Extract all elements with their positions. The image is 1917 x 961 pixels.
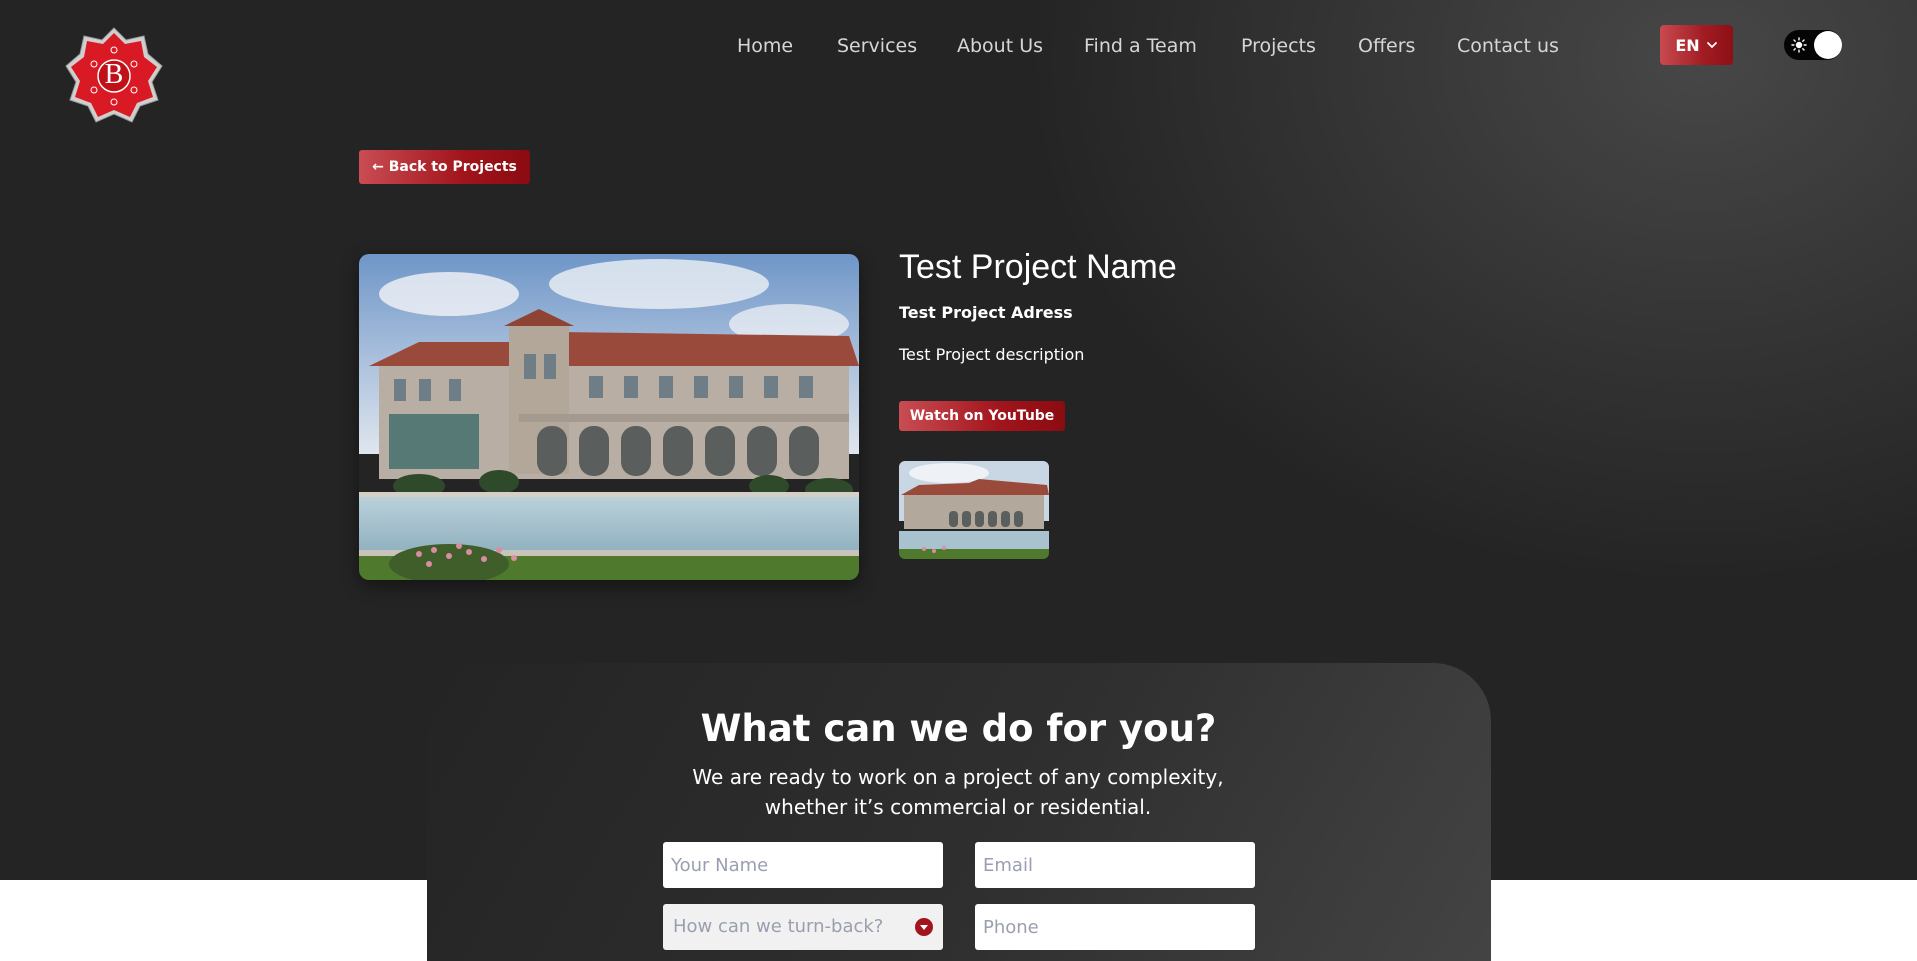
nav-item-services[interactable]: Services: [837, 34, 917, 58]
project-address: Test Project Adress: [899, 303, 1073, 322]
project-main-image[interactable]: [359, 254, 859, 580]
contact-subtitle: We are ready to work on a project of any…: [658, 762, 1258, 822]
topic-select[interactable]: How can we turn-back?: [663, 904, 943, 950]
nav-item-find-a-team[interactable]: Find a Team: [1084, 34, 1197, 58]
language-selector[interactable]: EN: [1660, 25, 1733, 65]
project-title: Test Project Name: [899, 248, 1177, 286]
logo-letter: B: [104, 59, 124, 90]
theme-toggle[interactable]: [1784, 30, 1842, 60]
topic-select-placeholder: How can we turn-back?: [673, 916, 884, 937]
phone-input[interactable]: [975, 904, 1255, 950]
nav-item-projects[interactable]: Projects: [1241, 34, 1316, 58]
email-input[interactable]: [975, 842, 1255, 888]
name-input[interactable]: [663, 842, 943, 888]
contact-title: What can we do for you?: [700, 707, 1217, 750]
nav-item-about-us[interactable]: About Us: [957, 34, 1043, 58]
back-to-projects-button[interactable]: ← Back to Projects: [359, 150, 530, 184]
contact-subtitle-line-1: We are ready to work on a project of any…: [692, 765, 1224, 789]
project-description: Test Project description: [899, 345, 1085, 364]
dropdown-caret-icon: [915, 918, 933, 936]
project-thumbnail[interactable]: [899, 461, 1049, 559]
nav-item-home[interactable]: Home: [737, 34, 793, 58]
chevron-down-icon: [1706, 42, 1717, 49]
sun-icon: [1791, 37, 1807, 53]
language-label: EN: [1675, 35, 1700, 55]
watch-on-youtube-button[interactable]: Watch on YouTube: [899, 401, 1065, 431]
contact-subtitle-line-2: whether it’s commercial or residential.: [764, 795, 1152, 819]
nav-item-offers[interactable]: Offers: [1358, 34, 1415, 58]
nav-item-contact-us[interactable]: Contact us: [1457, 34, 1559, 58]
brand-logo[interactable]: B: [64, 26, 164, 126]
toggle-knob: [1814, 31, 1842, 59]
